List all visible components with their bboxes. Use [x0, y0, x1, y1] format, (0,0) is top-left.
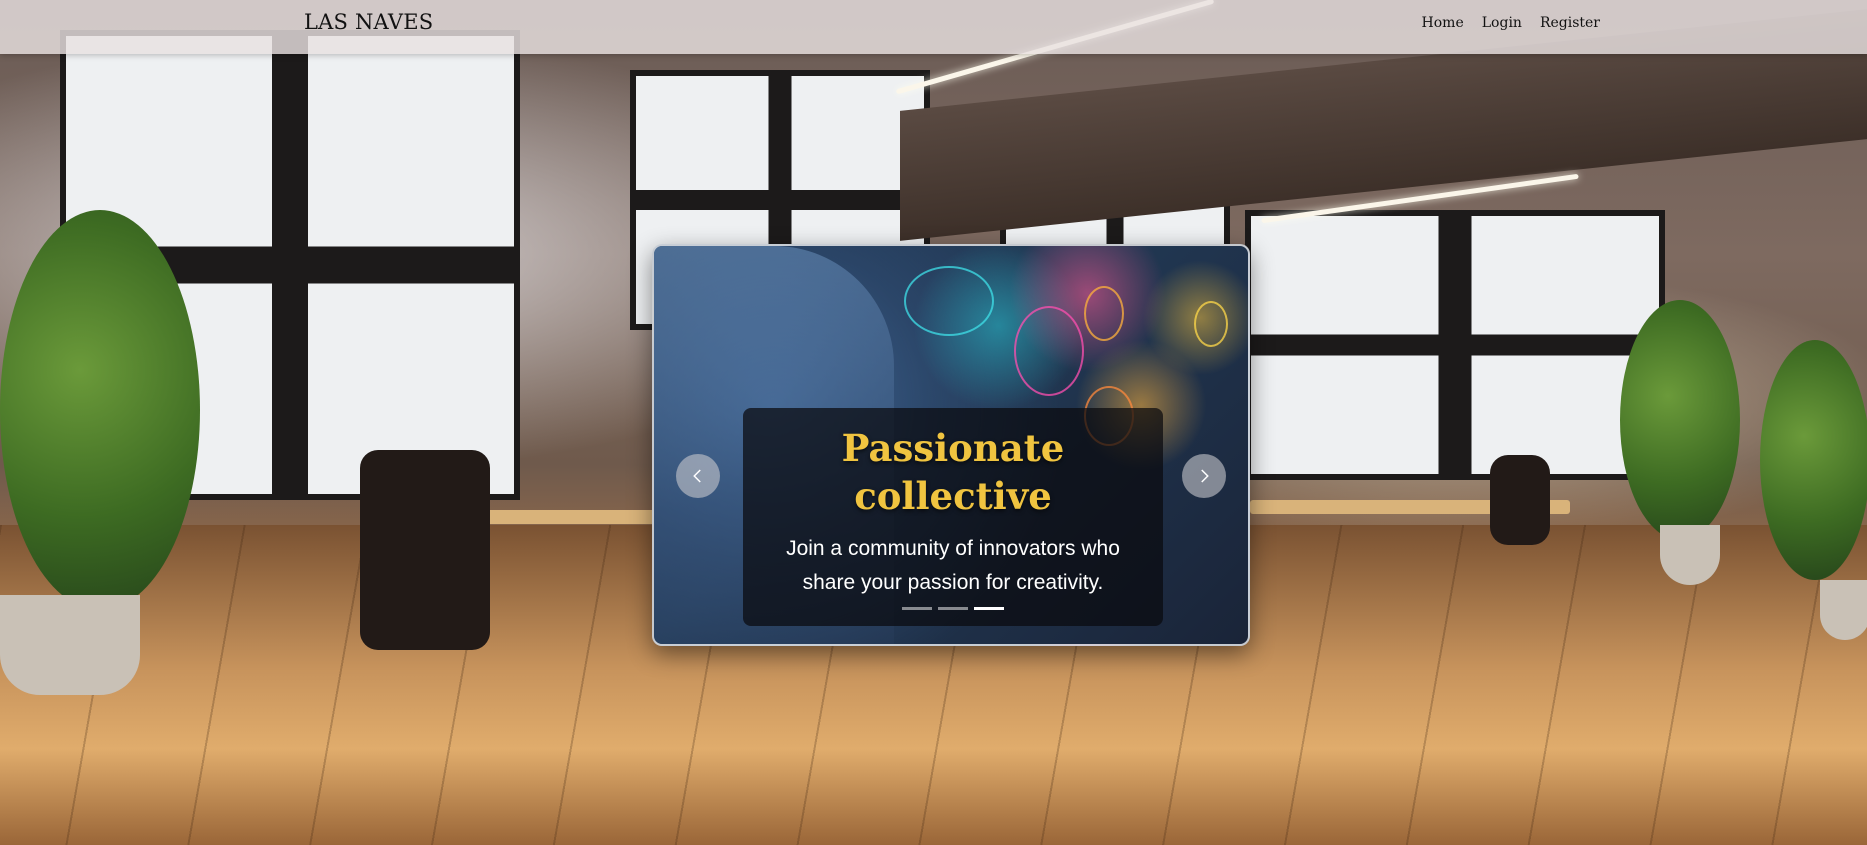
plant-pot	[0, 595, 140, 695]
navbar: LAS NAVES Home Login Register	[0, 0, 1867, 54]
plant	[1760, 340, 1867, 580]
office-chair	[360, 450, 490, 650]
plant	[1620, 300, 1740, 540]
nav-link-home[interactable]: Home	[1422, 15, 1464, 31]
carousel-caption: Passionate collective Join a community o…	[743, 408, 1163, 626]
chevron-left-icon	[693, 469, 701, 483]
plant-pot	[1660, 525, 1720, 585]
slide-title: Passionate collective	[841, 426, 1065, 518]
background-window	[1245, 210, 1665, 480]
brand-logo[interactable]: LAS NAVES	[304, 10, 433, 34]
carousel-indicator-2[interactable]	[938, 607, 968, 610]
hero-carousel: Passionate collective Join a community o…	[652, 244, 1250, 646]
slide-image-doodle	[904, 266, 994, 336]
carousel-indicator-1[interactable]	[902, 607, 932, 610]
chevron-right-icon	[1201, 469, 1209, 483]
slide-description: Join a community of innovators who share…	[786, 537, 1120, 594]
slide-image-doodle	[1084, 286, 1124, 341]
nav-link-register[interactable]: Register	[1540, 15, 1600, 31]
slide-image-doodle	[1014, 306, 1084, 396]
carousel-indicators	[743, 607, 1163, 610]
nav-links: Home Login Register	[1422, 15, 1600, 31]
nav-link-login[interactable]: Login	[1482, 15, 1522, 31]
office-chair	[1490, 455, 1550, 545]
slide-image-doodle	[1194, 301, 1228, 347]
plant	[0, 210, 200, 610]
hero-background: LAS NAVES Home Login Register Passionate…	[0, 0, 1867, 845]
plant-pot	[1820, 580, 1867, 640]
carousel-prev-button[interactable]	[676, 454, 720, 498]
carousel-next-button[interactable]	[1182, 454, 1226, 498]
carousel-indicator-3[interactable]	[974, 607, 1004, 610]
